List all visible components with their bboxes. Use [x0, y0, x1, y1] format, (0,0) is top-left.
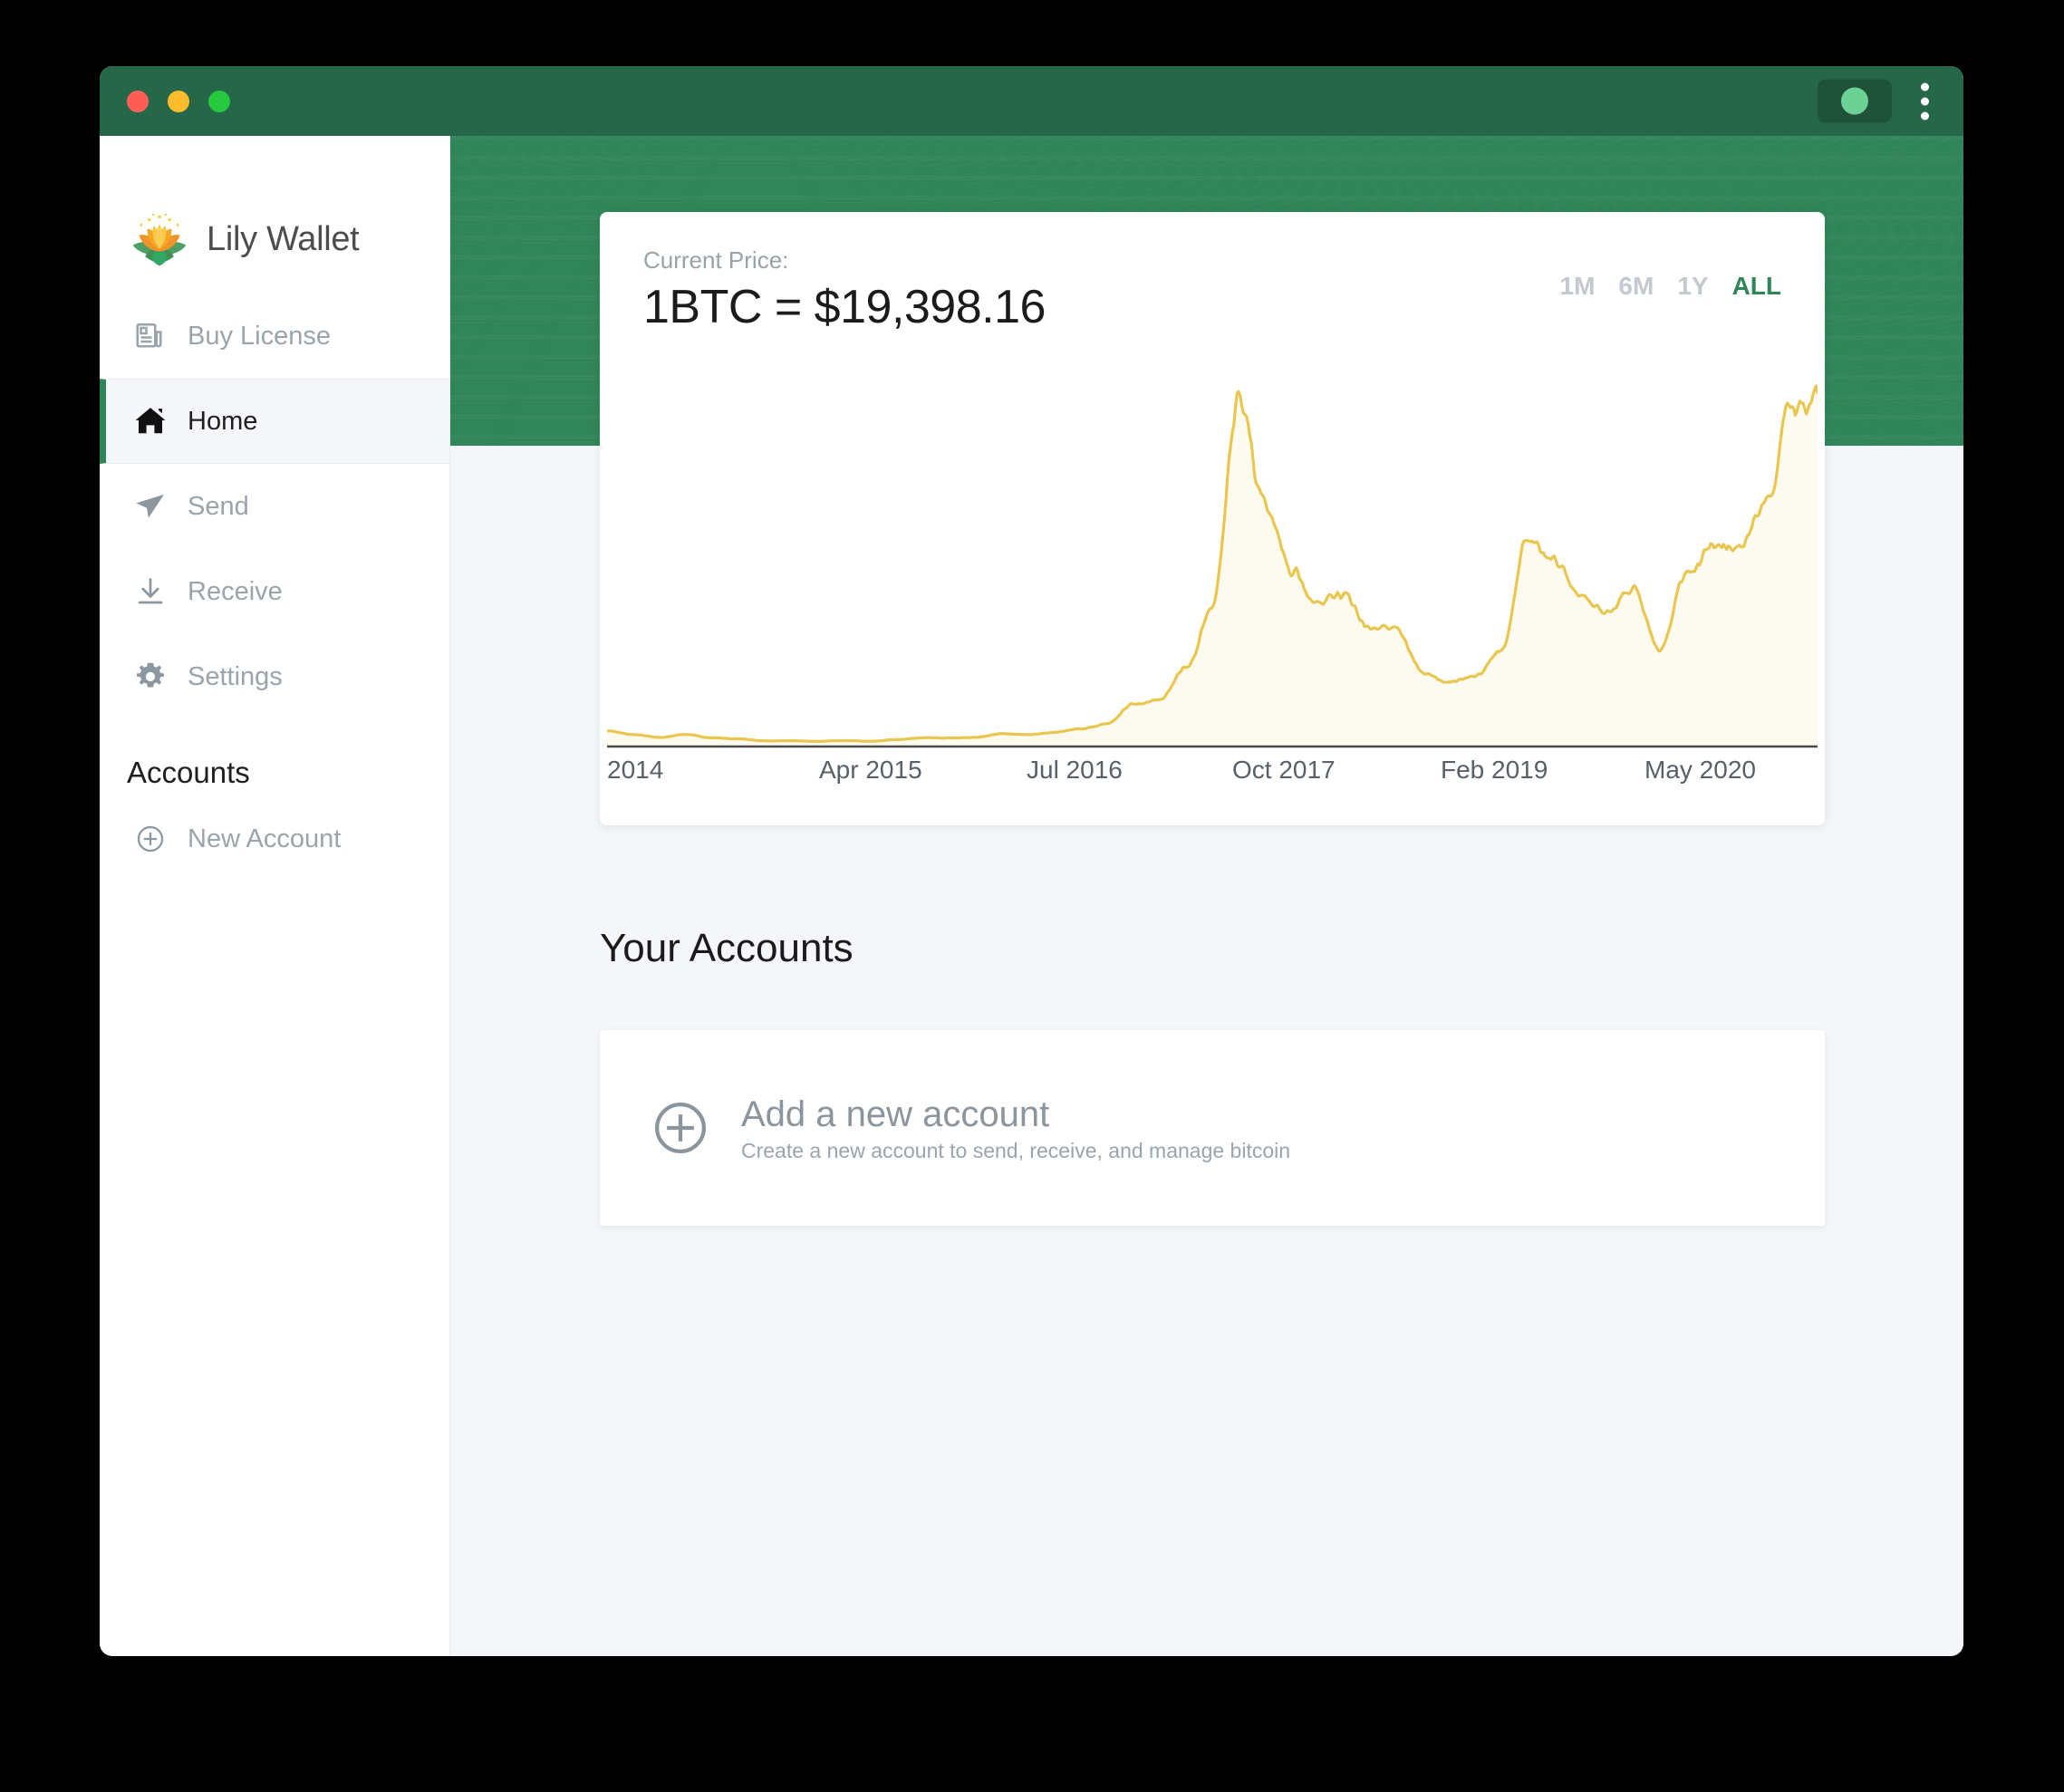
- titlebar-actions: [1818, 77, 1940, 125]
- sidebar-item-new-account[interactable]: New Account: [100, 799, 449, 879]
- x-tick-label: Jul 2016: [1027, 756, 1123, 784]
- sidebar-item-home[interactable]: Home: [100, 379, 449, 464]
- sidebar-accounts-heading: Accounts: [127, 756, 250, 789]
- sidebar-item-send[interactable]: Send: [100, 464, 449, 549]
- window-titlebar: [100, 66, 1963, 136]
- sidebar-item-label: Buy License: [188, 321, 331, 351]
- add-account-text: Add a new account Create a new account t…: [741, 1094, 1290, 1163]
- x-tick-label: May 2020: [1644, 756, 1756, 784]
- add-new-account-card[interactable]: Add a new account Create a new account t…: [600, 1030, 1825, 1226]
- sidebar-item-label: Settings: [188, 661, 283, 691]
- x-tick-label: 2014: [607, 756, 664, 784]
- download-arrow-icon: [133, 574, 168, 609]
- sidebar-item-receive[interactable]: Receive: [100, 549, 449, 634]
- brand: Lily Wallet: [100, 136, 449, 290]
- your-accounts-heading: Your Accounts: [600, 926, 854, 970]
- add-account-subtitle: Create a new account to send, receive, a…: [741, 1138, 1291, 1162]
- app-window: Lily Wallet Buy License Home Send Receiv…: [100, 66, 1963, 1656]
- range-tab-1m[interactable]: 1M: [1560, 272, 1596, 301]
- price-block: Current Price: 1BTC = $19,398.16: [643, 246, 1046, 334]
- brand-name: Lily Wallet: [207, 219, 360, 258]
- range-tab-6m[interactable]: 6M: [1618, 272, 1654, 301]
- sidebar: Lily Wallet Buy License Home Send Receiv…: [100, 136, 450, 1656]
- status-badge[interactable]: [1818, 79, 1892, 123]
- sidebar-item-label: Send: [188, 491, 249, 521]
- gear-icon: [133, 660, 168, 694]
- x-tick-label: Oct 2017: [1232, 756, 1336, 784]
- x-tick-label: Apr 2015: [819, 756, 922, 784]
- plus-circle-icon: [655, 1103, 706, 1153]
- home-icon: [133, 404, 168, 438]
- price-chart-plot[interactable]: [607, 381, 1818, 749]
- maximize-window-button[interactable]: [208, 90, 230, 112]
- sidebar-item-buy-license[interactable]: Buy License: [100, 294, 449, 379]
- chart-header: Current Price: 1BTC = $19,398.16 1M 6M 1…: [600, 246, 1825, 334]
- minimize-window-button[interactable]: [168, 90, 189, 112]
- price-chart-svg: [607, 384, 1818, 748]
- x-tick-label: Feb 2019: [1441, 756, 1548, 784]
- sidebar-nav: Buy License Home Send Receive Settings A…: [100, 294, 449, 879]
- sidebar-item-label: Receive: [188, 576, 283, 606]
- current-price-label: Current Price:: [643, 246, 789, 274]
- lotus-logo-icon: [132, 213, 187, 266]
- app-body: Lily Wallet Buy License Home Send Receiv…: [100, 136, 1963, 1656]
- license-receipt-icon: [133, 319, 168, 353]
- sidebar-item-settings[interactable]: Settings: [100, 634, 449, 719]
- send-paper-plane-icon: [133, 489, 168, 524]
- main-content: Current Price: 1BTC = $19,398.16 1M 6M 1…: [450, 136, 1963, 1656]
- kebab-menu-icon[interactable]: [1910, 77, 1940, 125]
- sidebar-item-label: Home: [188, 406, 258, 436]
- sidebar-item-label: New Account: [188, 824, 342, 853]
- plus-circle-icon: [133, 822, 168, 856]
- close-window-button[interactable]: [127, 90, 149, 112]
- current-price-value: 1BTC = $19,398.16: [643, 281, 1046, 333]
- range-tab-1y[interactable]: 1Y: [1677, 272, 1708, 301]
- traffic-light-group: [127, 90, 230, 112]
- range-tab-all[interactable]: ALL: [1732, 272, 1781, 301]
- connection-status-dot: [1841, 87, 1868, 115]
- add-account-title: Add a new account: [741, 1094, 1050, 1134]
- range-selector: 1M 6M 1Y ALL: [1560, 246, 1782, 301]
- price-chart-card: Current Price: 1BTC = $19,398.16 1M 6M 1…: [600, 212, 1825, 825]
